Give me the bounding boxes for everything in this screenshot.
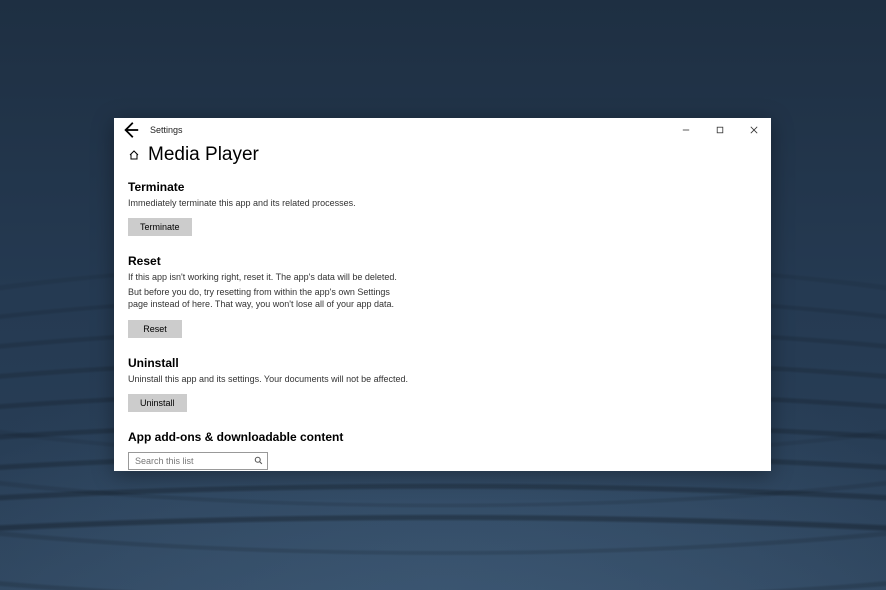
window-title: Settings <box>150 125 183 135</box>
terminate-heading: Terminate <box>128 180 757 194</box>
maximize-button[interactable] <box>703 118 737 142</box>
titlebar: Settings <box>114 118 771 142</box>
content-area: Media Player Terminate Immediately termi… <box>114 142 771 471</box>
uninstall-section: Uninstall Uninstall this app and its set… <box>128 356 757 412</box>
terminate-section: Terminate Immediately terminate this app… <box>128 180 757 236</box>
terminate-description: Immediately terminate this app and its r… <box>128 197 408 209</box>
uninstall-description: Uninstall this app and its settings. You… <box>128 373 408 385</box>
addons-heading: App add-ons & downloadable content <box>128 430 757 444</box>
addons-section: App add-ons & downloadable content <box>128 430 757 470</box>
home-icon[interactable] <box>128 149 140 161</box>
minimize-button[interactable] <box>669 118 703 142</box>
settings-window: Settings Media Player Terminate Immediat… <box>114 118 771 471</box>
search-input[interactable] <box>135 456 254 466</box>
page-title: Media Player <box>148 144 259 166</box>
reset-description-2: But before you do, try resetting from wi… <box>128 286 408 310</box>
close-button[interactable] <box>737 118 771 142</box>
reset-heading: Reset <box>128 254 757 268</box>
back-button[interactable] <box>122 121 140 139</box>
uninstall-heading: Uninstall <box>128 356 757 370</box>
reset-description-1: If this app isn't working right, reset i… <box>128 271 408 283</box>
page-header: Media Player <box>128 144 757 166</box>
addons-search[interactable] <box>128 452 268 470</box>
uninstall-button[interactable]: Uninstall <box>128 394 187 412</box>
search-icon <box>254 452 263 470</box>
reset-section: Reset If this app isn't working right, r… <box>128 254 757 337</box>
terminate-button[interactable]: Terminate <box>128 218 192 236</box>
window-controls <box>669 118 771 142</box>
reset-button[interactable]: Reset <box>128 320 182 338</box>
